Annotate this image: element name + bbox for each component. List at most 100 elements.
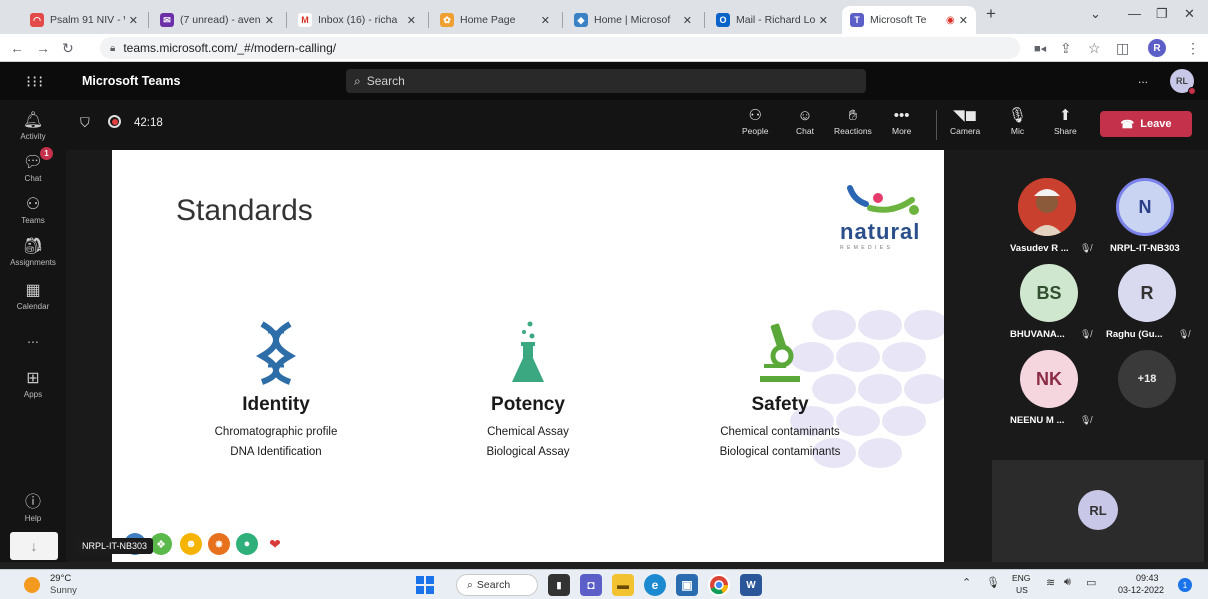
browser-tab[interactable]: ◠ Psalm 91 NIV - W ✕ xyxy=(22,6,146,34)
back-icon[interactable]: ← xyxy=(10,40,24,56)
edge-icon[interactable]: e xyxy=(644,574,666,596)
pillar-potency: Potency Chemical Assay Biological Assay xyxy=(418,320,638,466)
bookmark-star-icon[interactable]: ☆ xyxy=(1088,40,1101,57)
rail-label: Teams xyxy=(21,216,45,225)
weather-temp[interactable]: 29°C xyxy=(50,573,71,584)
teams-icon: T xyxy=(850,13,864,27)
rail-label: Help xyxy=(24,514,42,523)
rail-item-assignments[interactable]: 🎒︎ Assignments xyxy=(0,236,66,267)
share-button[interactable]: ⬆ Share xyxy=(1054,106,1077,136)
logo-text: natural xyxy=(840,219,921,244)
tab-title: Inbox (16) - richa xyxy=(318,14,398,26)
mic-tray-icon[interactable]: 🎙︎ xyxy=(986,576,1000,589)
participant-avatar[interactable]: BS xyxy=(1020,264,1078,322)
mic-off-icon: 🎙︎̸ xyxy=(1080,243,1092,253)
close-icon[interactable]: ✕ xyxy=(129,14,138,27)
rail-label: Assignments xyxy=(10,258,56,267)
windows-start-icon[interactable] xyxy=(414,574,436,596)
rail-item-teams[interactable]: ⚇ Teams xyxy=(0,194,66,225)
camera-button[interactable]: ◥◼ Camera xyxy=(950,106,980,136)
people-button[interactable]: ⚇ People xyxy=(742,106,768,136)
window-close-button[interactable]: ✕ xyxy=(1184,6,1195,22)
volume-icon[interactable]: 🔊︎ xyxy=(1064,576,1071,589)
restore-button[interactable]: ❐ xyxy=(1156,6,1168,22)
url-text: teams.microsoft.com/_#/modern-calling/ xyxy=(123,41,337,55)
sidepanel-icon[interactable]: ◫ xyxy=(1116,40,1129,57)
rail-item-activity[interactable]: 🔔︎ Activity xyxy=(0,110,66,141)
close-icon[interactable]: ✕ xyxy=(541,14,550,27)
participant-avatar[interactable]: N xyxy=(1116,178,1174,236)
leave-button[interactable]: ☎ Leave xyxy=(1100,111,1192,137)
participant-avatar[interactable]: R xyxy=(1118,264,1176,322)
browser-tab[interactable]: M Inbox (16) - richa ✕ xyxy=(290,6,424,34)
browser-tab[interactable]: ◆ Home | Microsof ✕ xyxy=(566,6,700,34)
app-launcher-icon[interactable]: ⁝⁝⁝ xyxy=(26,72,44,92)
clock-time[interactable]: 09:43 xyxy=(1136,573,1159,583)
logo-subtext: R E M E D I E S xyxy=(840,245,891,251)
search-input[interactable]: ⌕ Search xyxy=(346,69,866,93)
tab-title: Mail - Richard Lo xyxy=(736,14,815,26)
battery-icon[interactable]: ▭ xyxy=(1086,576,1096,589)
flask-icon xyxy=(512,321,544,382)
participant-avatar[interactable]: NK xyxy=(1020,350,1078,408)
file-explorer-icon[interactable]: ▬ xyxy=(612,574,634,596)
minimize-button[interactable]: — xyxy=(1128,6,1141,21)
download-arrow-icon[interactable]: ↓ xyxy=(10,532,58,560)
new-tab-button[interactable]: + xyxy=(986,4,996,24)
teams-chat-icon[interactable]: ◘ xyxy=(580,574,602,596)
forward-icon[interactable]: → xyxy=(36,40,50,56)
button-label: Mic xyxy=(1010,126,1025,136)
share-page-icon[interactable]: ⇪ xyxy=(1060,40,1072,57)
rail-item-apps[interactable]: ⊞ Apps xyxy=(0,368,66,399)
language-top[interactable]: ENG xyxy=(1012,573,1030,583)
reload-icon[interactable]: ↻ xyxy=(62,40,74,57)
close-icon[interactable]: ✕ xyxy=(683,14,692,27)
weather-desc[interactable]: Sunny xyxy=(50,585,77,596)
close-icon[interactable]: ✕ xyxy=(959,14,968,27)
chrome-icon[interactable] xyxy=(708,574,730,596)
self-video-tile: RL xyxy=(992,460,1204,562)
profile-avatar[interactable]: R xyxy=(1148,39,1166,57)
rail-item-chat[interactable]: 💬︎ Chat xyxy=(0,152,66,183)
participant-avatar-photo[interactable] xyxy=(1018,178,1076,236)
more-button[interactable]: ••• More xyxy=(892,106,911,136)
recording-icon: ◉ xyxy=(946,14,955,26)
windows-taskbar: 29°C Sunny ⌕ Search ▮ ◘ ▬ e ▣ W ⌃ 🎙︎ ENG… xyxy=(0,569,1208,599)
tab-search-icon[interactable]: ⌄ xyxy=(1090,6,1101,22)
mic-off-icon: 🎙︎̸ xyxy=(1178,329,1190,339)
camera-indicator-icon[interactable]: ■◂ xyxy=(1034,42,1046,55)
chat-button[interactable]: ☺ Chat xyxy=(796,106,814,136)
browser-tab[interactable]: ✿ Home Page ✕ xyxy=(432,6,558,34)
close-icon[interactable]: ✕ xyxy=(265,14,274,27)
close-icon[interactable]: ✕ xyxy=(819,14,828,27)
browser-tab[interactable]: ✉ (7 unread) - aven ✕ xyxy=(152,6,282,34)
address-bar[interactable]: 🔒︎ teams.microsoft.com/_#/modern-calling… xyxy=(100,37,1020,59)
rail-item-calendar[interactable]: ▦ Calendar xyxy=(0,280,66,311)
browser-tab[interactable]: O Mail - Richard Lo ✕ xyxy=(708,6,836,34)
browser-menu-icon[interactable]: ⋮ xyxy=(1186,40,1200,57)
browser-tab-active[interactable]: T Microsoft Te ◉ ✕ xyxy=(842,6,976,34)
taskbar-search[interactable]: ⌕ Search xyxy=(456,574,538,596)
more-participants-button[interactable]: +18 xyxy=(1118,350,1176,408)
rail-item-more[interactable]: ... xyxy=(0,330,66,346)
app-title: Microsoft Teams xyxy=(82,74,181,88)
mic-button[interactable]: 🎙︎ Mic xyxy=(1008,106,1027,136)
people-icon: ⚇ xyxy=(748,107,762,124)
store-icon[interactable]: ▣ xyxy=(676,574,698,596)
language-bottom[interactable]: US xyxy=(1016,585,1028,595)
notification-badge[interactable]: 1 xyxy=(1178,578,1192,592)
rail-item-help[interactable]: ⓘ Help xyxy=(0,488,66,523)
tab-title: Home | Microsof xyxy=(594,14,671,26)
wifi-icon[interactable]: ≋ xyxy=(1046,576,1055,589)
task-view-icon[interactable]: ▮ xyxy=(548,574,570,596)
close-icon[interactable]: ✕ xyxy=(407,14,416,27)
reactions-button[interactable]: ✋︎ Reactions xyxy=(834,106,872,136)
tab-title: Psalm 91 NIV - W xyxy=(50,14,125,26)
meeting-toolbar: ⛉ 42:18 ⚇ People ☺ Chat ✋︎ Reactions •••… xyxy=(66,100,1208,150)
clock-date[interactable]: 03-12-2022 xyxy=(1118,585,1164,595)
chevron-up-icon[interactable]: ⌃ xyxy=(962,576,971,589)
help-icon: ⓘ xyxy=(24,494,41,511)
tab-title: (7 unread) - aven xyxy=(180,14,261,26)
settings-more-button[interactable]: ... xyxy=(1138,72,1148,86)
word-icon[interactable]: W xyxy=(740,574,762,596)
